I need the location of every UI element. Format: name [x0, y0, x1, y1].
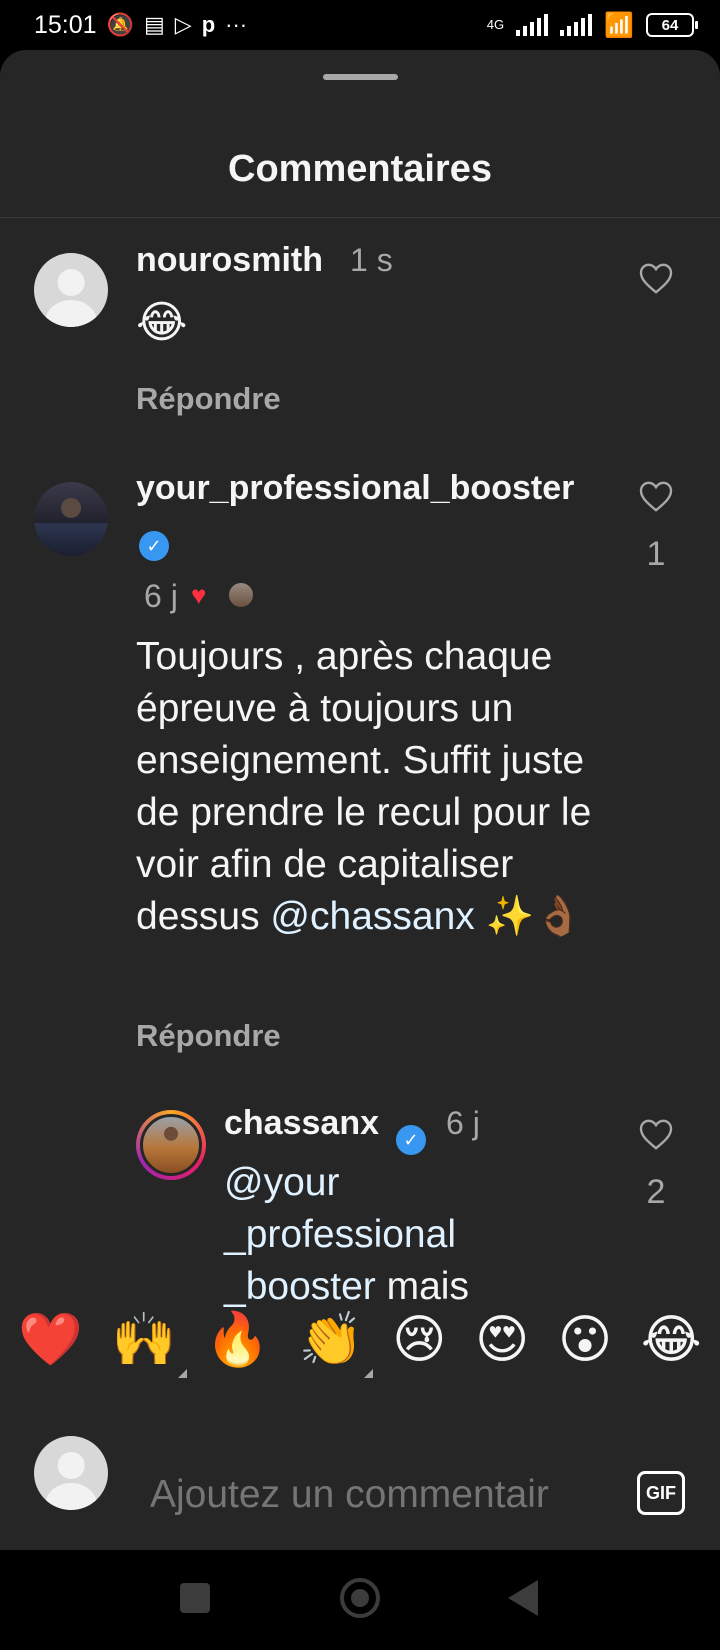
- reaction-heart[interactable]: ❤️: [18, 1314, 83, 1366]
- comment-input[interactable]: [150, 1473, 610, 1517]
- like-button[interactable]: [636, 478, 676, 514]
- gif-button[interactable]: GIF: [637, 1471, 685, 1515]
- reply-avatar[interactable]: [136, 1110, 206, 1180]
- reply-button[interactable]: Répondre: [136, 381, 281, 417]
- heart-outline-icon: [639, 263, 673, 294]
- avatar[interactable]: [34, 482, 108, 556]
- comment-time: 6 j: [144, 578, 178, 614]
- sheet-title: Commentaires: [228, 148, 492, 190]
- battery-level: 64: [661, 16, 679, 34]
- skin-tone-indicator-icon: [364, 1369, 374, 1378]
- reaction-heart-eyes[interactable]: 😍: [475, 1314, 529, 1366]
- like-count: 2: [646, 1173, 666, 1211]
- comment-body: Toujours , après chaque épreuve à toujou…: [136, 635, 592, 938]
- mention-link[interactable]: @your: [224, 1157, 604, 1209]
- status-left: 15:01 🔕 ▤ ▷ p ···: [34, 11, 247, 40]
- reaction-surprised[interactable]: 😮: [558, 1314, 612, 1366]
- reaction-laughing[interactable]: 😂: [641, 1314, 702, 1366]
- system-nav-bar: [0, 1550, 720, 1650]
- verified-badge-icon: ✓: [396, 1125, 426, 1155]
- news-icon: ▤: [143, 12, 165, 37]
- comment-emojis: ✨👌🏾: [485, 895, 583, 938]
- liked-by-avatar: [227, 581, 255, 609]
- more-notifications-icon: ···: [225, 12, 248, 37]
- heart-filled-icon: ♥: [191, 580, 207, 610]
- comment-composer: GIF: [0, 1400, 720, 1550]
- signal-icon: [516, 14, 549, 36]
- reaction-fire[interactable]: 🔥: [205, 1314, 270, 1366]
- network-type: 4G: [486, 16, 505, 32]
- status-right: 4G 📶 64: [486, 11, 698, 40]
- heart-outline-icon: [639, 481, 673, 512]
- heart-outline-icon: [639, 1119, 673, 1150]
- divider: [0, 217, 720, 218]
- play-store-icon: ▷: [174, 12, 192, 37]
- comment-username[interactable]: nourosmith: [136, 241, 323, 280]
- signal-2-icon: [560, 14, 593, 36]
- comment-text: Toujours , après chaque épreuve à toujou…: [136, 631, 616, 943]
- reaction-clap[interactable]: 👏: [298, 1311, 374, 1378]
- skin-tone-indicator-icon: [177, 1369, 187, 1378]
- drag-handle[interactable]: [323, 74, 398, 80]
- p-app-icon: p: [201, 12, 216, 37]
- mention-link[interactable]: @chassanx: [270, 895, 474, 938]
- back-button[interactable]: [508, 1580, 538, 1616]
- wifi-icon: 📶: [604, 11, 634, 39]
- comment-username[interactable]: your_professional_booster: [136, 469, 574, 508]
- quick-reactions-bar: ❤️ 🙌 🔥 👏 😢 😍 😮 😂: [0, 1290, 720, 1390]
- reaction-raised-hands-glyph: 🙌: [111, 1311, 177, 1369]
- like-button[interactable]: [636, 1116, 676, 1152]
- avatar[interactable]: [34, 253, 108, 327]
- current-user-avatar: [34, 1436, 108, 1510]
- like-button[interactable]: [636, 260, 676, 296]
- recents-button[interactable]: [180, 1583, 210, 1613]
- reaction-clap-glyph: 👏: [298, 1311, 364, 1369]
- mute-icon: 🔕: [106, 12, 134, 37]
- reply-username[interactable]: chassanx: [224, 1104, 379, 1143]
- verified-badge-icon: ✓: [139, 531, 169, 561]
- reply-time: 6 j: [446, 1105, 480, 1141]
- status-bar: 15:01 🔕 ▤ ▷ p ··· 4G 📶 64: [0, 0, 720, 50]
- mention-link[interactable]: _professional: [224, 1209, 604, 1261]
- battery-icon: 64: [646, 13, 698, 37]
- like-count: 1: [646, 535, 666, 573]
- comment-time: 1 s: [350, 242, 393, 278]
- status-time: 15:01: [34, 10, 97, 39]
- reaction-crying[interactable]: 😢: [392, 1314, 446, 1366]
- comment-text: 😂: [136, 298, 188, 347]
- reply-button[interactable]: Répondre: [136, 1018, 281, 1054]
- home-button[interactable]: [340, 1578, 380, 1618]
- reaction-raised-hands[interactable]: 🙌: [111, 1311, 187, 1378]
